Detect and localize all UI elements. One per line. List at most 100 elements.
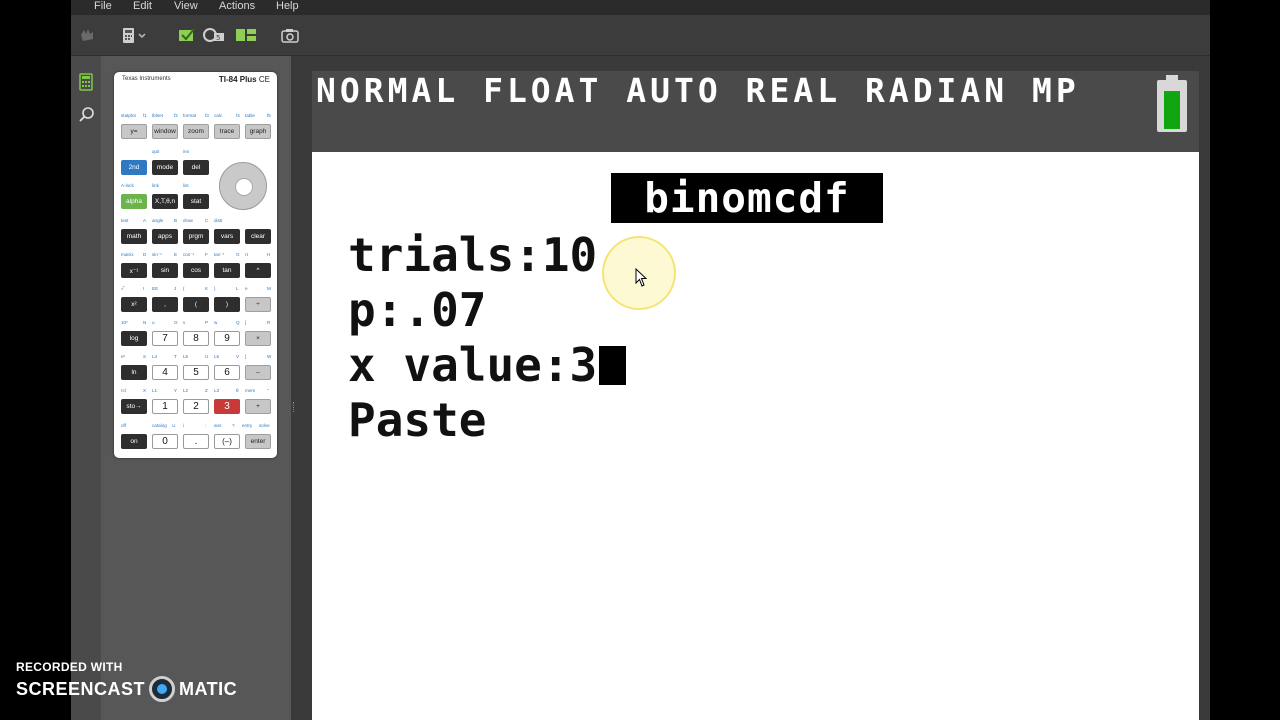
menu-view[interactable]: View bbox=[174, 0, 198, 12]
dpad-center bbox=[235, 178, 253, 196]
recorded-with-text: RECORDED WITH bbox=[16, 660, 123, 674]
key-label: V bbox=[236, 354, 240, 359]
key-log[interactable]: log bbox=[121, 331, 147, 346]
key-tan[interactable]: tan bbox=[214, 263, 240, 278]
menu-actions[interactable]: Actions bbox=[219, 0, 255, 12]
key-inverse[interactable]: x⁻¹ bbox=[121, 263, 147, 278]
key-3-highlighted[interactable]: 3 bbox=[214, 399, 240, 414]
key-y-equals[interactable]: y= bbox=[121, 124, 147, 139]
key-label: } bbox=[214, 286, 216, 291]
key-multiply[interactable]: × bbox=[245, 331, 271, 346]
key-label: E bbox=[174, 252, 178, 257]
key-label: " bbox=[267, 388, 269, 393]
key-label: L3 bbox=[214, 388, 220, 393]
key-label: I bbox=[143, 286, 145, 291]
key-sin[interactable]: sin bbox=[152, 263, 178, 278]
menu-help[interactable]: Help bbox=[276, 0, 299, 12]
key-add[interactable]: + bbox=[245, 399, 271, 414]
x-value-text: x value:3 bbox=[348, 338, 598, 392]
key-label: sin⁻¹ bbox=[152, 252, 162, 257]
key-label: L2 bbox=[183, 388, 189, 393]
key-math[interactable]: math bbox=[121, 229, 147, 244]
probability-field[interactable]: p:.07 bbox=[348, 280, 486, 340]
key-label: S bbox=[143, 354, 147, 359]
arrow-dpad[interactable] bbox=[219, 162, 267, 210]
key-label: ins bbox=[183, 149, 189, 154]
key-decimal[interactable]: . bbox=[183, 434, 209, 449]
key-ln[interactable]: ln bbox=[121, 365, 147, 380]
key-label: f5 bbox=[267, 113, 271, 118]
key-on[interactable]: on bbox=[121, 434, 147, 449]
emulator-explorer-icon[interactable] bbox=[235, 27, 257, 43]
key-7[interactable]: 7 bbox=[152, 331, 178, 346]
panel-splitter[interactable] bbox=[291, 56, 311, 720]
menu-file[interactable]: File bbox=[94, 0, 112, 12]
key-2nd[interactable]: 2nd bbox=[121, 160, 147, 175]
key-1[interactable]: 1 bbox=[152, 399, 178, 414]
key-mode[interactable]: mode bbox=[152, 160, 178, 175]
key-label: entry bbox=[242, 423, 253, 428]
key-label: angle bbox=[152, 218, 164, 223]
key-divide[interactable]: ÷ bbox=[245, 297, 271, 312]
key-vars[interactable]: vars bbox=[214, 229, 240, 244]
key-close-paren[interactable]: ) bbox=[214, 297, 240, 312]
key-label: link bbox=[152, 183, 159, 188]
key-zoom[interactable]: zoom bbox=[183, 124, 209, 139]
screencast-logo: SCREENCAST MATIC bbox=[16, 676, 237, 702]
key-label: EE bbox=[152, 286, 159, 291]
key-2[interactable]: 2 bbox=[183, 399, 209, 414]
toolbar: 5 bbox=[71, 15, 1210, 56]
ti-smartview-window: File Edit View Actions Help 5 Texas Inst… bbox=[71, 0, 1210, 720]
key-label: L4 bbox=[152, 354, 158, 359]
key-square[interactable]: x² bbox=[121, 297, 147, 312]
key-9[interactable]: 9 bbox=[214, 331, 240, 346]
key-label: eˣ bbox=[121, 354, 126, 359]
key-label: solve bbox=[259, 423, 270, 428]
key-graph[interactable]: graph bbox=[245, 124, 271, 139]
calculator-screen: NORMAL FLOAT AUTO REAL RADIAN MP binomcd… bbox=[312, 71, 1199, 720]
key-window[interactable]: window bbox=[152, 124, 178, 139]
hand-pointer-icon[interactable] bbox=[78, 27, 96, 43]
trials-field[interactable]: trials:10 bbox=[348, 225, 597, 285]
key-0[interactable]: 0 bbox=[152, 434, 178, 449]
key-label: Q bbox=[236, 320, 240, 325]
key-negative[interactable]: (–) bbox=[214, 434, 240, 449]
key-label: catalog bbox=[152, 423, 167, 428]
battery-icon bbox=[1157, 75, 1187, 132]
x-value-field[interactable]: x value:3 bbox=[348, 335, 627, 395]
calculator-tab-icon[interactable] bbox=[79, 73, 93, 91]
key-8[interactable]: 8 bbox=[183, 331, 209, 346]
svg-text:5: 5 bbox=[216, 34, 220, 42]
key-enter[interactable]: enter bbox=[245, 434, 271, 449]
mouse-pointer-icon bbox=[635, 268, 648, 287]
key-store[interactable]: sto→ bbox=[121, 399, 147, 414]
key-stat[interactable]: stat bbox=[183, 194, 209, 209]
key-x-t-theta-n[interactable]: X,T,θ,n bbox=[152, 194, 178, 209]
key-comma[interactable]: , bbox=[152, 297, 178, 312]
key-label: L1 bbox=[152, 388, 158, 393]
camera-screenshot-icon[interactable] bbox=[281, 28, 299, 43]
key-5[interactable]: 5 bbox=[183, 365, 209, 380]
key-apps[interactable]: apps bbox=[152, 229, 178, 244]
search-icon[interactable] bbox=[79, 107, 95, 123]
send-to-calculator-icon[interactable] bbox=[177, 26, 197, 44]
key-clear[interactable]: clear bbox=[245, 229, 271, 244]
key-4[interactable]: 4 bbox=[152, 365, 178, 380]
key-label: distr bbox=[214, 218, 223, 223]
key-subtract[interactable]: – bbox=[245, 365, 271, 380]
key-del[interactable]: del bbox=[183, 160, 209, 175]
key-label: w bbox=[214, 320, 218, 325]
key-cos[interactable]: cos bbox=[183, 263, 209, 278]
key-label: [ bbox=[245, 320, 247, 325]
menu-edit[interactable]: Edit bbox=[133, 0, 152, 12]
key-caret[interactable]: ^ bbox=[245, 263, 271, 278]
history-icon[interactable]: 5 bbox=[202, 27, 226, 43]
key-alpha[interactable]: alpha bbox=[121, 194, 147, 209]
key-trace[interactable]: trace bbox=[214, 124, 240, 139]
key-prgm[interactable]: prgm bbox=[183, 229, 209, 244]
key-open-paren[interactable]: ( bbox=[183, 297, 209, 312]
key-6[interactable]: 6 bbox=[214, 365, 240, 380]
paste-option[interactable]: Paste bbox=[348, 390, 486, 450]
calculator-view-dropdown-icon[interactable] bbox=[121, 27, 149, 45]
key-label: L bbox=[236, 286, 239, 291]
